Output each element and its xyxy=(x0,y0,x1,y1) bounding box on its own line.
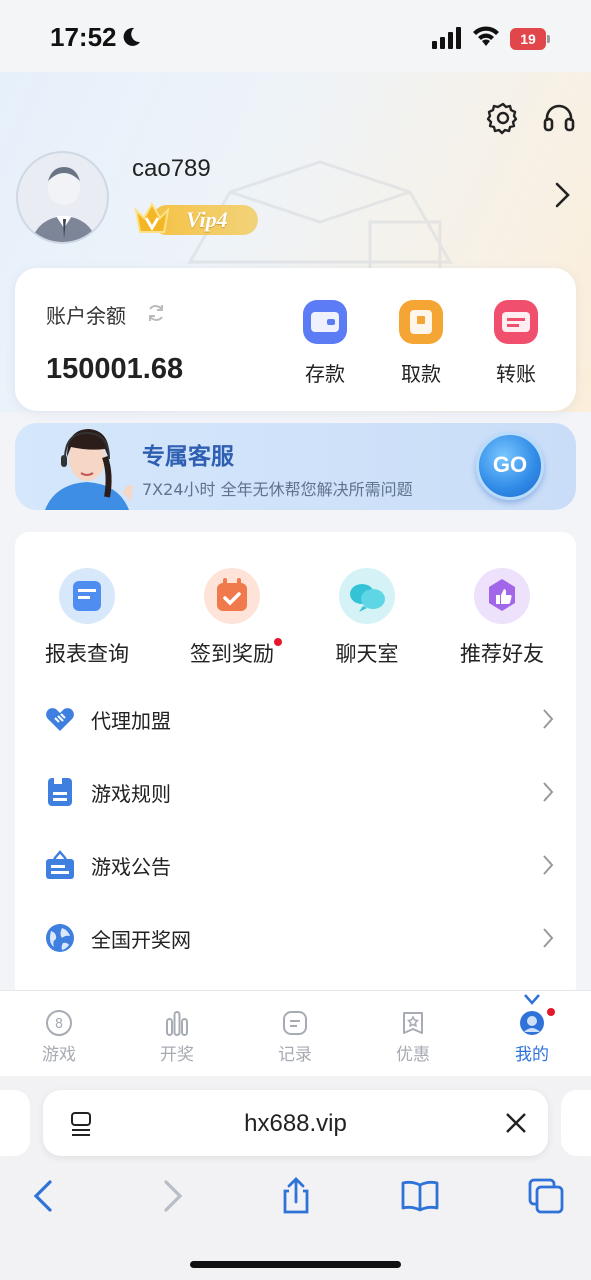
tab-promotions[interactable]: 优惠 xyxy=(354,991,472,1077)
profile-icon xyxy=(520,1011,544,1035)
go-label: GO xyxy=(492,452,528,477)
browser-toolbar: hx688.vip xyxy=(0,1076,591,1280)
chevron-down-icon xyxy=(524,994,540,1005)
balance-value: 150001.68 xyxy=(46,353,184,385)
close-icon[interactable] xyxy=(504,1111,528,1135)
chevron-right-icon[interactable] xyxy=(552,181,572,209)
withdraw-icon xyxy=(399,300,443,344)
withdraw-button[interactable]: 取款 xyxy=(381,296,461,396)
handshake-icon xyxy=(46,708,74,731)
user-silhouette-icon xyxy=(31,167,97,242)
tab-profile[interactable]: 我的 xyxy=(473,991,591,1077)
chat-room-label: 聊天室 xyxy=(335,642,399,666)
tab-records[interactable]: 记录 xyxy=(236,991,354,1077)
menu-row-agent-join[interactable]: 代理加盟 xyxy=(15,683,576,755)
tabs-overview-icon[interactable] xyxy=(526,1176,566,1216)
notification-dot xyxy=(547,1008,555,1016)
tab-label: 开奖 xyxy=(160,1045,194,1065)
customer-service-banner[interactable]: 专属客服 7X24小时 全年无休帮您解决所需问题 GO xyxy=(15,423,576,510)
bar-chart-icon xyxy=(166,1011,188,1036)
thumbs-up-icon xyxy=(489,579,515,611)
notice-board-icon xyxy=(46,850,74,879)
balance-label: 账户余额 xyxy=(46,304,126,328)
deposit-button[interactable]: 存款 xyxy=(285,296,365,396)
username: cao789 xyxy=(132,155,211,182)
chat-bubbles-icon xyxy=(350,584,385,612)
url-text: hx688.vip xyxy=(244,1110,347,1137)
chevron-right-icon xyxy=(543,709,554,729)
tab-games[interactable]: 8 游戏 xyxy=(0,991,118,1077)
go-button[interactable]: GO xyxy=(476,432,544,500)
settings-gear-icon[interactable] xyxy=(486,101,520,135)
deposit-label: 存款 xyxy=(305,362,345,386)
report-query-label: 报表查询 xyxy=(45,642,129,666)
calendar-check-icon xyxy=(217,578,247,611)
status-bar: 17:52 19 xyxy=(0,0,591,72)
avatar[interactable] xyxy=(16,151,109,244)
menu-row-game-notice[interactable]: 游戏公告 xyxy=(15,829,576,901)
globe-icon xyxy=(46,924,74,952)
refresh-icon[interactable] xyxy=(146,303,166,323)
wifi-icon xyxy=(473,26,499,46)
withdraw-label: 取款 xyxy=(401,362,441,386)
bottom-tab-bar: 8 游戏 开奖 记录 优惠 我的 xyxy=(0,990,591,1076)
menu-row-label: 代理加盟 xyxy=(91,709,171,733)
notification-dot xyxy=(274,638,282,646)
bookmarks-book-icon[interactable] xyxy=(400,1176,440,1216)
promo-icon xyxy=(403,1012,423,1034)
moon-icon xyxy=(123,27,140,46)
record-icon xyxy=(283,1011,307,1035)
chevron-right-icon xyxy=(543,782,554,802)
rules-book-icon xyxy=(48,778,72,806)
battery-level: 19 xyxy=(510,28,546,50)
tab-label: 记录 xyxy=(278,1045,312,1065)
check-in-reward-button[interactable]: 签到奖励 xyxy=(167,568,297,668)
chevron-right-icon xyxy=(543,928,554,948)
report-icon xyxy=(73,581,101,611)
chevron-right-icon xyxy=(543,855,554,875)
tab-lottery-results[interactable]: 开奖 xyxy=(118,991,236,1077)
refer-friend-button[interactable]: 推荐好友 xyxy=(437,568,567,668)
svg-text:8: 8 xyxy=(55,1017,63,1032)
report-query-button[interactable]: 报表查询 xyxy=(22,568,152,668)
previous-tab-card[interactable] xyxy=(0,1090,30,1156)
next-tab-card[interactable] xyxy=(561,1090,591,1156)
menu-row-label: 游戏公告 xyxy=(91,855,171,879)
support-agent-icon xyxy=(45,429,133,510)
address-bar[interactable]: hx688.vip xyxy=(43,1090,548,1156)
headset-icon[interactable] xyxy=(542,101,576,135)
menu-row-game-rules[interactable]: 游戏规则 xyxy=(15,756,576,828)
battery-icon: 19 xyxy=(510,28,550,50)
back-arrow-icon[interactable] xyxy=(24,1176,64,1216)
menu-row-label: 全国开奖网 xyxy=(91,928,191,952)
home-indicator xyxy=(190,1261,401,1268)
crown-icon xyxy=(134,201,170,233)
deposit-wallet-icon xyxy=(303,300,347,344)
transfer-label: 转账 xyxy=(496,362,536,386)
cellular-signal-icon xyxy=(432,27,461,49)
menu-row-label: 游戏规则 xyxy=(91,782,171,806)
transfer-icon xyxy=(494,300,538,344)
forward-arrow-icon[interactable] xyxy=(152,1176,192,1216)
tab-label: 我的 xyxy=(515,1045,549,1065)
balance-card: 账户余额 150001.68 存款 取款 转账 xyxy=(15,268,576,411)
refer-friend-label: 推荐好友 xyxy=(460,642,544,666)
tab-label: 游戏 xyxy=(42,1045,76,1065)
menu-row-lottery-network[interactable]: 全国开奖网 xyxy=(15,902,576,974)
banner-subtitle: 7X24小时 全年无休帮您解决所需问题 xyxy=(142,480,413,499)
vip-badge: Vip4 xyxy=(132,200,258,238)
banner-title: 专属客服 xyxy=(142,444,234,470)
vip-level: Vip4 xyxy=(186,207,228,232)
tab-label: 优惠 xyxy=(396,1045,430,1065)
chat-room-button[interactable]: 聊天室 xyxy=(302,568,432,668)
status-time: 17:52 xyxy=(50,22,117,52)
share-icon[interactable] xyxy=(276,1176,316,1216)
menu-card: 报表查询 签到奖励 聊天室 推荐好友 代理加盟 游戏规则 游戏公告 全国开奖网 xyxy=(15,532,576,1002)
game-ball-icon: 8 xyxy=(46,1010,72,1036)
transfer-button[interactable]: 转账 xyxy=(476,296,556,396)
